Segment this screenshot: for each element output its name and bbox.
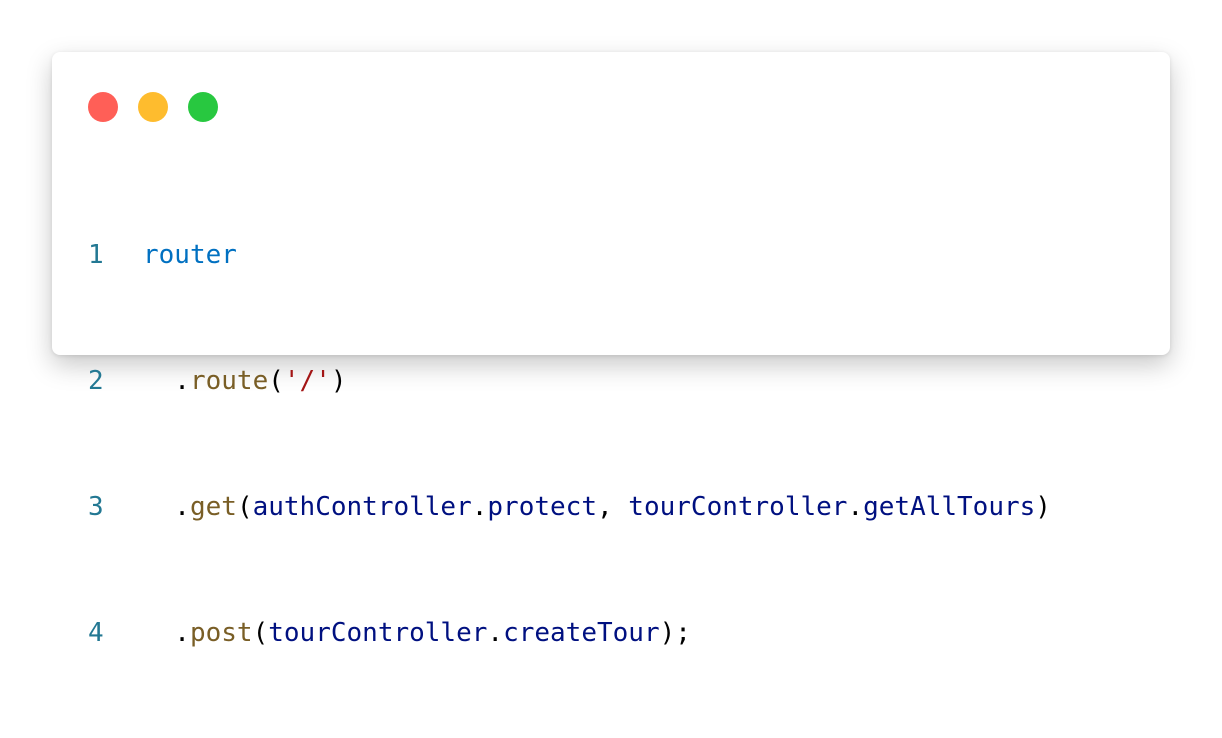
code-token-prop: tourController bbox=[628, 492, 848, 522]
line-number: 2 bbox=[88, 366, 104, 396]
code-block: 1 router 2 .route('/') 3 .get(authContro… bbox=[88, 150, 1051, 738]
code-token-punct: ) bbox=[1035, 492, 1051, 522]
code-token-method: get bbox=[189, 492, 237, 522]
line-number: 4 bbox=[88, 618, 104, 648]
code-token-punct: . bbox=[143, 366, 190, 396]
code-token-string: '/' bbox=[283, 366, 331, 396]
code-line: 3 .get(authController.protect, tourContr… bbox=[88, 486, 1051, 528]
code-line: 4 .post(tourController.createTour); bbox=[88, 612, 1051, 654]
window-controls bbox=[88, 92, 218, 122]
code-token-punct: ) bbox=[330, 366, 347, 396]
code-token-prop: tourController bbox=[268, 618, 488, 648]
line-content: .route('/') bbox=[143, 360, 347, 402]
line-number: 3 bbox=[88, 492, 104, 522]
code-window: 1 router 2 .route('/') 3 .get(authContro… bbox=[52, 52, 1170, 648]
code-token-punct: , bbox=[596, 492, 629, 522]
code-token-prop: getAllTours bbox=[863, 492, 1036, 522]
code-token-punct: ); bbox=[659, 618, 691, 648]
code-token-prop: protect bbox=[487, 492, 597, 522]
line-content: .get(authController.protect, tourControl… bbox=[143, 486, 1051, 528]
code-token-method: route bbox=[189, 366, 269, 396]
code-line: 1 router bbox=[88, 234, 1051, 276]
code-token-punct: . bbox=[471, 492, 488, 522]
minimize-icon[interactable] bbox=[138, 92, 168, 122]
line-content: .post(tourController.createTour); bbox=[143, 612, 691, 654]
close-icon[interactable] bbox=[88, 92, 118, 122]
code-token-punct: . bbox=[143, 492, 190, 522]
code-token-punct: . bbox=[487, 618, 504, 648]
maximize-icon[interactable] bbox=[188, 92, 218, 122]
code-token-punct: ( bbox=[236, 492, 253, 522]
code-token-prop: authController bbox=[252, 492, 472, 522]
code-token-punct: . bbox=[143, 618, 190, 648]
code-token-method: post bbox=[189, 618, 253, 648]
code-token-punct: ( bbox=[252, 618, 269, 648]
line-number: 1 bbox=[88, 240, 104, 270]
code-token-punct: . bbox=[847, 492, 864, 522]
code-line: 2 .route('/') bbox=[88, 360, 1051, 402]
code-token-ident: router bbox=[143, 240, 237, 270]
code-token-prop: createTour bbox=[503, 618, 660, 648]
line-content: router bbox=[143, 234, 237, 276]
code-token-punct: ( bbox=[268, 366, 284, 396]
